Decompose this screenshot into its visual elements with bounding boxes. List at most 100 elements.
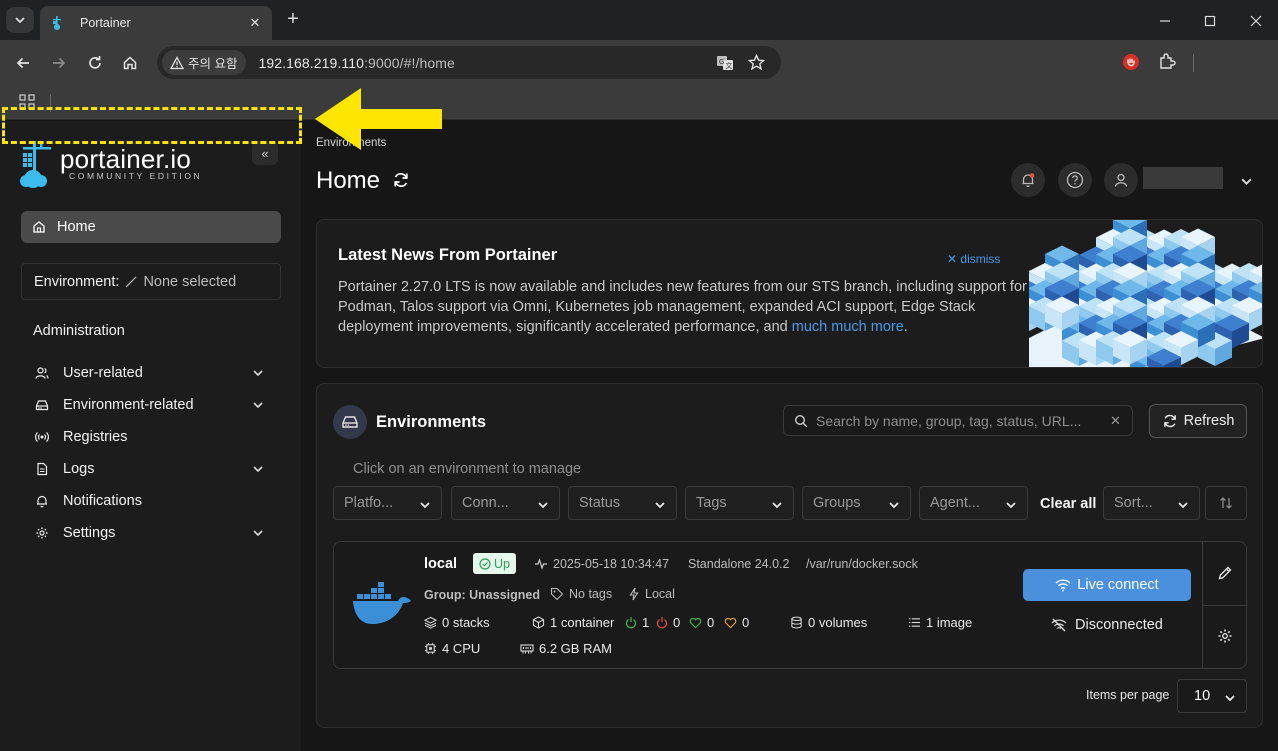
- edit-icon[interactable]: [1217, 565, 1233, 581]
- user-icon: [32, 366, 52, 380]
- sidebar-item-label: Settings: [63, 525, 116, 541]
- chevron-down-icon: [771, 499, 783, 511]
- lightning-icon: [629, 587, 639, 601]
- extensions-icon[interactable]: [1158, 52, 1176, 70]
- filter-platform[interactable]: Platfo...: [333, 486, 442, 520]
- status-badge: Up: [473, 553, 516, 574]
- reload-icon[interactable]: [84, 52, 106, 74]
- tab-search-icon[interactable]: [6, 7, 34, 33]
- filter-connection[interactable]: Conn...: [451, 486, 560, 520]
- sort-direction-button[interactable]: [1205, 486, 1247, 520]
- ram-amount: 6.2 GB RAM: [520, 641, 612, 656]
- clear-all-filters-button[interactable]: Clear all: [1040, 496, 1096, 512]
- minimize-icon[interactable]: [1154, 10, 1176, 32]
- browser-tab[interactable]: Portainer ✕: [40, 6, 272, 40]
- chevron-down-icon: [888, 499, 900, 511]
- wifi-icon: [1055, 579, 1071, 592]
- sidebar-item-environment-related[interactable]: Environment-related: [21, 391, 281, 419]
- filter-agent[interactable]: Agent...: [919, 486, 1028, 520]
- help-button[interactable]: [1058, 163, 1092, 197]
- dismiss-news-button[interactable]: ✕ dismiss: [947, 252, 1000, 266]
- security-chip[interactable]: 주의 요함: [162, 50, 247, 75]
- environment-label: Environment:: [34, 273, 120, 290]
- new-tab-icon[interactable]: +: [283, 9, 303, 30]
- unhealthy-count: 0: [724, 615, 749, 630]
- filter-label: Platfo...: [344, 495, 394, 511]
- search-input[interactable]: [816, 412, 1106, 429]
- gear-icon: [32, 526, 52, 540]
- user-avatar[interactable]: [1104, 163, 1138, 197]
- images-text: 1 image: [926, 615, 973, 630]
- card-actions-divider: [1203, 605, 1248, 606]
- layers-icon: [424, 616, 437, 629]
- page-title: Home: [316, 167, 380, 195]
- cpu-text: 4 CPU: [442, 641, 481, 656]
- wifi-off-icon: [1051, 618, 1067, 632]
- news-link[interactable]: much much more: [792, 319, 904, 335]
- address-bar[interactable]: 주의 요함 192.168.219.110:9000/#!/home G文: [157, 46, 781, 79]
- containers-text: 1 container: [550, 615, 615, 630]
- environment-card[interactable]: local Up 2025-05-18 10:34:47 Standalone …: [333, 541, 1248, 669]
- back-icon[interactable]: [12, 52, 34, 74]
- environment-search[interactable]: ✕: [783, 405, 1133, 436]
- chevron-down-icon: [252, 367, 264, 379]
- extension-shield-icon[interactable]: [1122, 53, 1140, 71]
- environments-title: Environments: [376, 413, 487, 431]
- socket-path: /var/run/docker.sock: [806, 557, 918, 571]
- main-content: Environments Home Latest News From Porta…: [301, 121, 1278, 751]
- cpu-count: 4 CPU: [424, 641, 480, 656]
- items-per-page-select[interactable]: 10: [1177, 679, 1247, 713]
- running-count: 1: [625, 615, 649, 630]
- logo-subtitle: COMMUNITY EDITION: [69, 171, 203, 181]
- page-title-text: Home: [316, 167, 381, 194]
- help-icon: [1066, 171, 1084, 189]
- sidebar-item-registries[interactable]: Registries: [21, 423, 281, 451]
- connection-status: Disconnected: [1051, 617, 1163, 633]
- refresh-icon: [1163, 414, 1176, 428]
- forward-icon[interactable]: [48, 52, 70, 74]
- refresh-page-icon[interactable]: [392, 171, 410, 189]
- sidebar-item-settings[interactable]: Settings: [21, 519, 281, 547]
- chevron-down-icon: [1177, 499, 1189, 511]
- filter-tags[interactable]: Tags: [685, 486, 794, 520]
- filter-groups[interactable]: Groups: [802, 486, 911, 520]
- last-check-timestamp: 2025-05-18 10:34:47: [534, 557, 669, 571]
- group-label: Group: Unassigned: [424, 588, 540, 602]
- portainer-logo-icon[interactable]: [19, 141, 55, 189]
- close-tab-icon[interactable]: ✕: [246, 14, 264, 32]
- filter-label: Tags: [696, 495, 727, 511]
- gear-icon[interactable]: [1217, 628, 1233, 644]
- warning-icon: [170, 55, 184, 69]
- house-icon: [32, 220, 46, 234]
- database-icon: [791, 616, 802, 629]
- maximize-icon[interactable]: [1199, 10, 1221, 32]
- tab-title: Portainer: [80, 16, 131, 30]
- sidebar-item-logs[interactable]: Logs: [21, 455, 281, 483]
- sidebar-item-notifications[interactable]: Notifications: [21, 487, 281, 515]
- collapse-sidebar-button[interactable]: «: [252, 141, 278, 165]
- sidebar-item-home[interactable]: Home: [21, 211, 281, 243]
- filter-status[interactable]: Status: [568, 486, 677, 520]
- cpu-icon: [424, 642, 437, 655]
- sort-select[interactable]: Sort...: [1103, 486, 1200, 520]
- notifications-button[interactable]: [1011, 163, 1045, 197]
- locality-info: Local: [628, 587, 675, 601]
- sidebar-item-label: Logs: [63, 461, 95, 477]
- home-icon[interactable]: [119, 52, 141, 74]
- live-connect-button[interactable]: Live connect: [1023, 569, 1191, 601]
- check-circle-icon: [479, 557, 491, 570]
- translate-icon[interactable]: G文: [716, 54, 734, 72]
- sidebar-item-label: Home: [57, 219, 96, 235]
- chevron-down-icon[interactable]: [1240, 175, 1253, 188]
- sidebar-item-user-related[interactable]: User-related: [21, 359, 281, 387]
- chevron-down-icon: [537, 499, 549, 511]
- environment-selector[interactable]: Environment: None selected: [21, 263, 281, 300]
- close-window-icon[interactable]: [1245, 10, 1267, 32]
- refresh-button[interactable]: Refresh: [1149, 404, 1247, 438]
- power-off-icon: [656, 617, 668, 629]
- clear-search-icon[interactable]: ✕: [1110, 413, 1121, 429]
- chevron-down-icon: [1005, 499, 1017, 511]
- stacks-count: 0 stacks: [424, 615, 490, 630]
- bell-icon: [32, 494, 52, 508]
- star-icon[interactable]: [748, 54, 765, 71]
